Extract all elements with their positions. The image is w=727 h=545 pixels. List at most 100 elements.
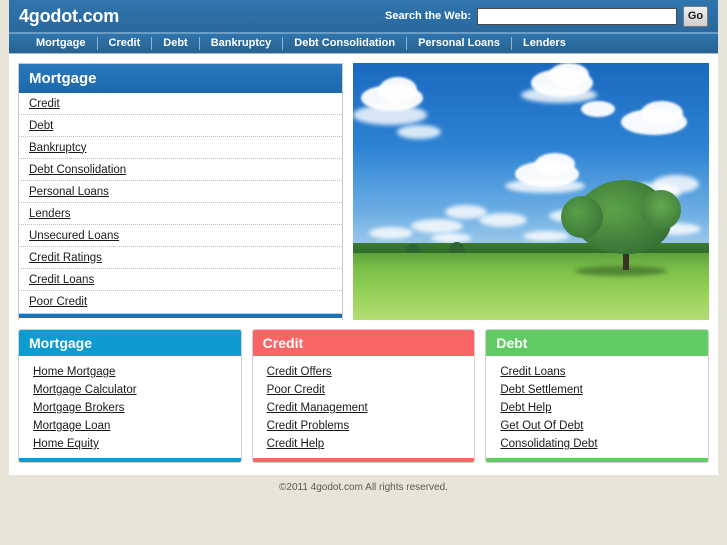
tree-shadow bbox=[575, 266, 667, 276]
list-item[interactable]: Bankruptcy bbox=[19, 137, 342, 159]
box-link-credit-offers[interactable]: Credit Offers bbox=[267, 366, 332, 378]
box-link-home-equity[interactable]: Home Equity bbox=[33, 438, 99, 450]
list-item[interactable]: Debt Help bbox=[486, 398, 708, 416]
cloud-shape bbox=[521, 87, 597, 103]
list-item[interactable]: Credit Loans bbox=[19, 269, 342, 291]
list-item[interactable]: Credit Management bbox=[253, 398, 475, 416]
cloud-shape bbox=[353, 105, 427, 125]
sidebar-item-lenders[interactable]: Lenders bbox=[29, 208, 71, 220]
box-link-poor-credit[interactable]: Poor Credit bbox=[267, 384, 325, 396]
nav-item-bankruptcy[interactable]: Bankruptcy bbox=[200, 34, 283, 53]
sidebar-item-poor-credit[interactable]: Poor Credit bbox=[29, 296, 87, 308]
sidebar-bottom-accent-bar bbox=[19, 313, 342, 318]
main-content: Mortgage Credit Debt Bankruptcy Debt Con… bbox=[9, 54, 718, 320]
footer-copyright: ©2011 4godot.com All rights reserved. bbox=[279, 482, 448, 493]
sidebar-item-credit-loans[interactable]: Credit Loans bbox=[29, 274, 94, 286]
list-item[interactable]: Credit Help bbox=[253, 434, 475, 452]
box-mortgage-title: Mortgage bbox=[19, 330, 241, 356]
box-credit-accent-bar bbox=[252, 458, 475, 462]
cloud-shape bbox=[641, 101, 683, 125]
box-credit: Credit Credit Offers Poor Credit Credit … bbox=[251, 329, 476, 463]
nav-item-debt-consolidation[interactable]: Debt Consolidation bbox=[283, 34, 406, 53]
box-link-credit-management[interactable]: Credit Management bbox=[267, 402, 368, 414]
box-debt: Debt Credit Loans Debt Settlement Debt H… bbox=[485, 329, 710, 463]
box-link-credit-loans[interactable]: Credit Loans bbox=[500, 366, 565, 378]
cloud-shape bbox=[479, 213, 527, 227]
list-item[interactable]: Home Mortgage bbox=[19, 362, 241, 380]
search-go-button[interactable]: Go bbox=[683, 5, 708, 27]
sidebar-link-list: Credit Debt Bankruptcy Debt Consolidatio… bbox=[19, 93, 342, 313]
list-item[interactable]: Credit Problems bbox=[253, 416, 475, 434]
cloud-shape bbox=[369, 227, 413, 239]
site-logo: 4godot.com bbox=[19, 5, 119, 26]
site-header: 4godot.com Search the Web: Go bbox=[9, 0, 718, 34]
nav-item-mortgage[interactable]: Mortgage bbox=[25, 34, 97, 53]
list-item[interactable]: Debt Settlement bbox=[486, 380, 708, 398]
list-item[interactable]: Credit Ratings bbox=[19, 247, 342, 269]
cloud-shape bbox=[535, 153, 575, 175]
list-item[interactable]: Get Out Of Debt bbox=[486, 416, 708, 434]
cloud-shape bbox=[431, 233, 471, 243]
nav-item-credit[interactable]: Credit bbox=[98, 34, 152, 53]
list-item[interactable]: Lenders bbox=[19, 203, 342, 225]
sidebar-item-debt[interactable]: Debt bbox=[29, 120, 53, 132]
cloud-shape bbox=[505, 179, 585, 193]
cloud-shape bbox=[379, 77, 417, 103]
search-label: Search the Web: bbox=[385, 10, 471, 22]
box-credit-title: Credit bbox=[252, 330, 475, 356]
box-link-credit-problems[interactable]: Credit Problems bbox=[267, 420, 349, 432]
box-debt-list: Credit Loans Debt Settlement Debt Help G… bbox=[486, 356, 708, 458]
list-item[interactable]: Debt Consolidation bbox=[19, 159, 342, 181]
list-item[interactable]: Home Equity bbox=[19, 434, 241, 452]
sidebar-item-credit-ratings[interactable]: Credit Ratings bbox=[29, 252, 102, 264]
list-item[interactable]: Mortgage Loan bbox=[19, 416, 241, 434]
page-container: 4godot.com Search the Web: Go Mortgage C… bbox=[9, 0, 718, 475]
box-link-mortgage-brokers[interactable]: Mortgage Brokers bbox=[33, 402, 124, 414]
list-item[interactable]: Mortgage Calculator bbox=[19, 380, 241, 398]
nav-item-lenders[interactable]: Lenders bbox=[512, 34, 577, 53]
list-item[interactable]: Credit Offers bbox=[253, 362, 475, 380]
list-item[interactable]: Mortgage Brokers bbox=[19, 398, 241, 416]
cloud-shape bbox=[581, 101, 615, 117]
category-boxes: Mortgage Home Mortgage Mortgage Calculat… bbox=[9, 320, 718, 463]
box-link-credit-help[interactable]: Credit Help bbox=[267, 438, 325, 450]
cloud-shape bbox=[549, 63, 589, 87]
sidebar-panel: Mortgage Credit Debt Bankruptcy Debt Con… bbox=[18, 63, 343, 320]
box-debt-accent-bar bbox=[486, 458, 709, 462]
sidebar-title: Mortgage bbox=[19, 64, 342, 93]
box-link-debt-settlement[interactable]: Debt Settlement bbox=[500, 384, 582, 396]
sidebar-item-credit[interactable]: Credit bbox=[29, 98, 60, 110]
sidebar-item-bankruptcy[interactable]: Bankruptcy bbox=[29, 142, 87, 154]
box-link-consolidating-debt[interactable]: Consolidating Debt bbox=[500, 438, 597, 450]
box-credit-list: Credit Offers Poor Credit Credit Managem… bbox=[253, 356, 475, 458]
box-mortgage: Mortgage Home Mortgage Mortgage Calculat… bbox=[18, 329, 242, 463]
main-navigation: Mortgage Credit Debt Bankruptcy Debt Con… bbox=[9, 34, 718, 54]
nav-item-personal-loans[interactable]: Personal Loans bbox=[407, 34, 511, 53]
cloud-shape bbox=[411, 219, 463, 233]
box-link-get-out-of-debt[interactable]: Get Out Of Debt bbox=[500, 420, 583, 432]
box-debt-title: Debt bbox=[486, 330, 709, 356]
sidebar-item-unsecured-loans[interactable]: Unsecured Loans bbox=[29, 230, 119, 242]
box-link-mortgage-loan[interactable]: Mortgage Loan bbox=[33, 420, 110, 432]
list-item[interactable]: Poor Credit bbox=[253, 380, 475, 398]
box-mortgage-accent-bar bbox=[19, 458, 241, 462]
sidebar-item-personal-loans[interactable]: Personal Loans bbox=[29, 186, 109, 198]
grass-field bbox=[353, 253, 709, 320]
search-area: Search the Web: Go bbox=[385, 5, 708, 27]
list-item[interactable]: Consolidating Debt bbox=[486, 434, 708, 452]
box-link-debt-help[interactable]: Debt Help bbox=[500, 402, 551, 414]
list-item[interactable]: Credit bbox=[19, 93, 342, 115]
list-item[interactable]: Credit Loans bbox=[486, 362, 708, 380]
list-item[interactable]: Unsecured Loans bbox=[19, 225, 342, 247]
tree-canopy bbox=[561, 180, 681, 254]
sidebar-item-debt-consolidation[interactable]: Debt Consolidation bbox=[29, 164, 126, 176]
list-item[interactable]: Personal Loans bbox=[19, 181, 342, 203]
cloud-shape bbox=[397, 125, 441, 139]
box-mortgage-list: Home Mortgage Mortgage Calculator Mortga… bbox=[19, 356, 241, 458]
list-item[interactable]: Debt bbox=[19, 115, 342, 137]
nav-item-debt[interactable]: Debt bbox=[152, 34, 198, 53]
list-item[interactable]: Poor Credit bbox=[19, 291, 342, 313]
box-link-home-mortgage[interactable]: Home Mortgage bbox=[33, 366, 115, 378]
search-input[interactable] bbox=[477, 7, 677, 25]
box-link-mortgage-calculator[interactable]: Mortgage Calculator bbox=[33, 384, 137, 396]
